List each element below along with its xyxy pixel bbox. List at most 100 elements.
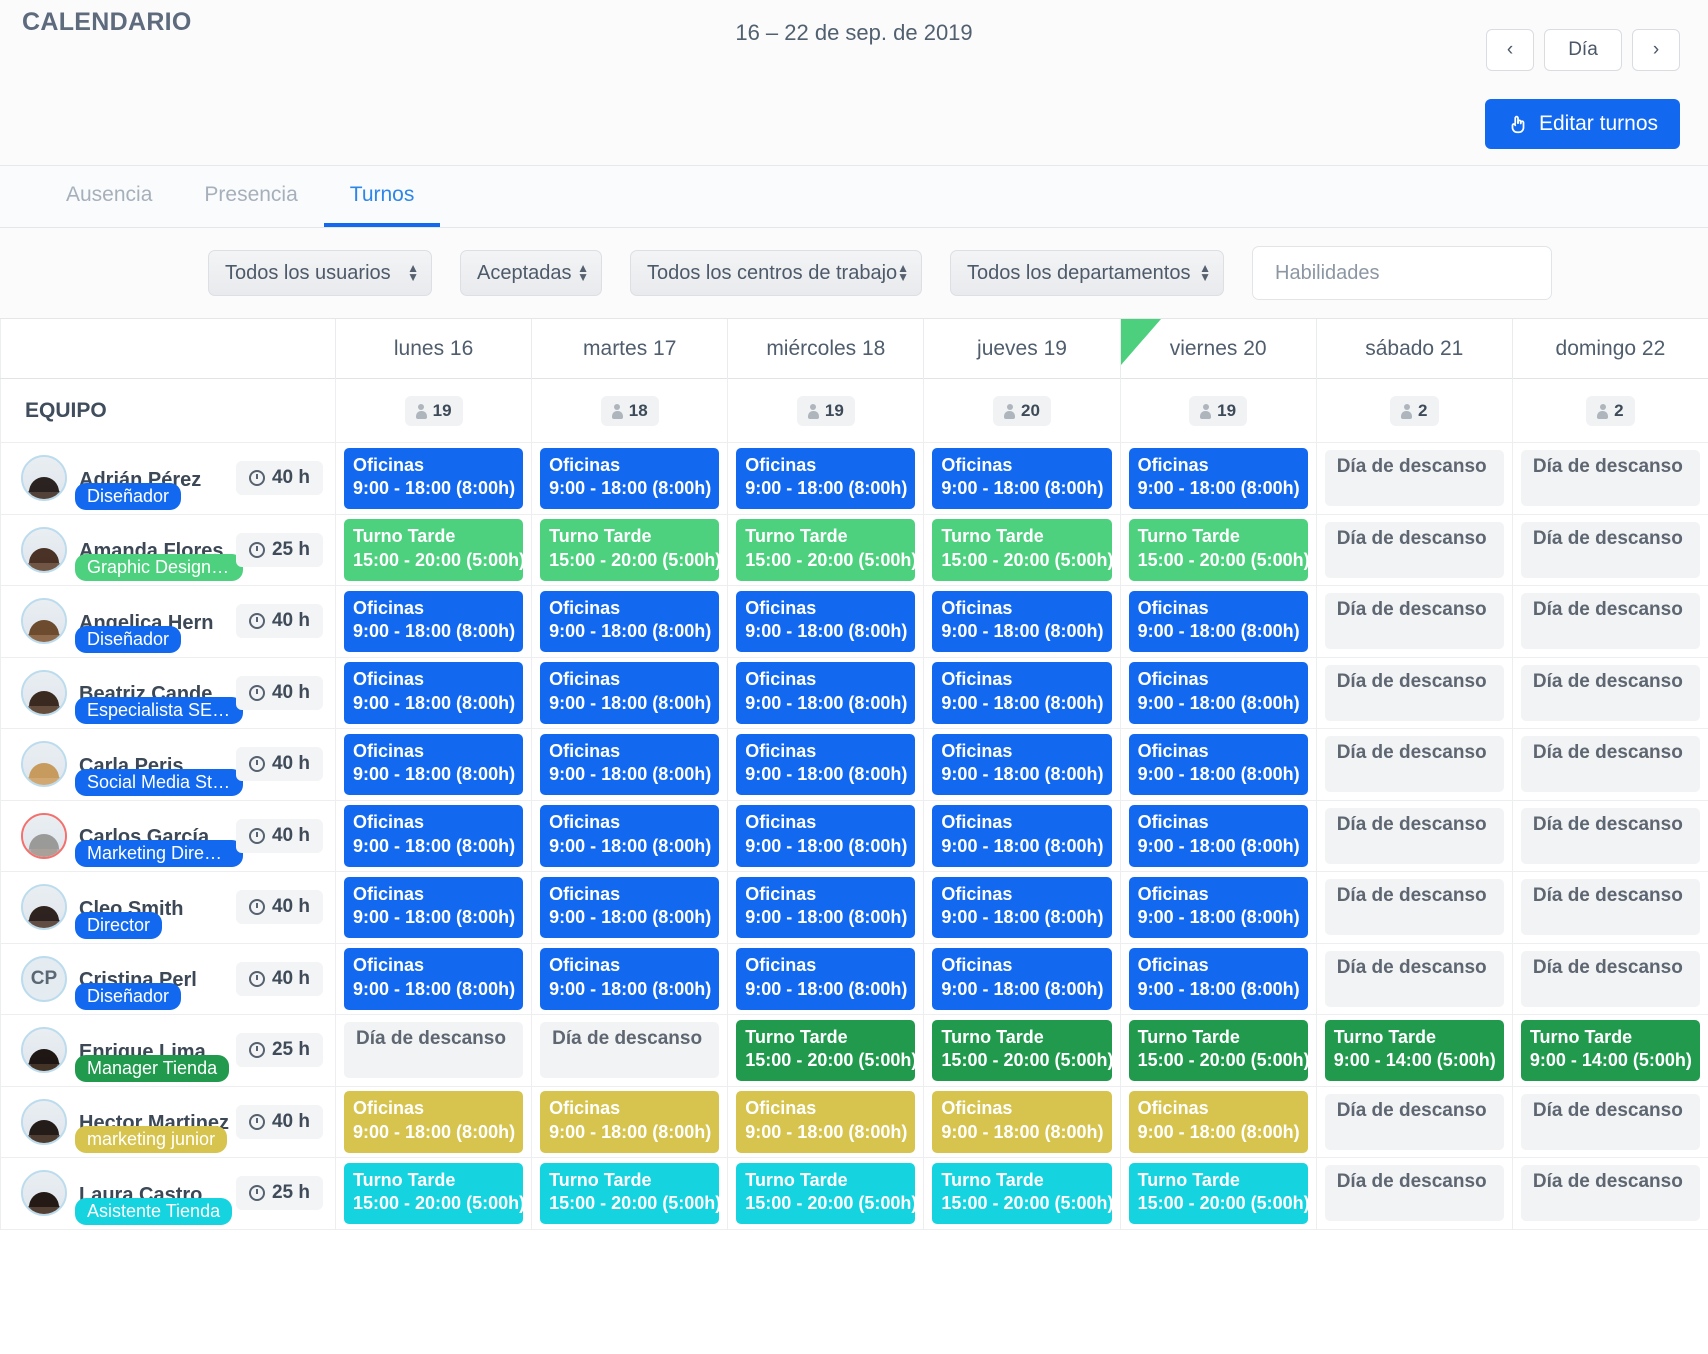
shift-cell-6-0[interactable]: Oficinas9:00 - 18:00 (8:00h)	[335, 872, 531, 943]
shift-cell-9-6[interactable]: Día de descanso	[1512, 1087, 1708, 1158]
tab-presencia[interactable]: Presencia	[178, 166, 323, 227]
shift-cell-4-4[interactable]: Oficinas9:00 - 18:00 (8:00h)	[1120, 729, 1316, 800]
shift-cell-4-0[interactable]: Oficinas9:00 - 18:00 (8:00h)	[335, 729, 531, 800]
employee-cell-10[interactable]: Laura CastroAsistente Tienda25 h	[0, 1158, 335, 1229]
shift-block[interactable]: Turno Tarde15:00 - 20:00 (5:00h)	[736, 1163, 915, 1225]
shift-cell-4-2[interactable]: Oficinas9:00 - 18:00 (8:00h)	[727, 729, 923, 800]
next-period-button[interactable]: ›	[1632, 29, 1680, 71]
shift-cell-1-0[interactable]: Turno Tarde15:00 - 20:00 (5:00h)	[335, 515, 531, 586]
worksite-filter-select[interactable]: Todos los centros de trabajo ▲▼	[630, 250, 922, 296]
shift-cell-10-5[interactable]: Día de descanso	[1316, 1158, 1512, 1229]
shift-block[interactable]: Oficinas9:00 - 18:00 (8:00h)	[1129, 805, 1308, 867]
shift-block[interactable]: Oficinas9:00 - 18:00 (8:00h)	[540, 448, 719, 510]
employee-cell-0[interactable]: Adrián PérezDiseñador40 h	[0, 443, 335, 514]
shift-cell-5-6[interactable]: Día de descanso	[1512, 801, 1708, 872]
shift-cell-3-4[interactable]: Oficinas9:00 - 18:00 (8:00h)	[1120, 658, 1316, 729]
shift-block[interactable]: Oficinas9:00 - 18:00 (8:00h)	[344, 948, 523, 1010]
shift-block[interactable]: Oficinas9:00 - 18:00 (8:00h)	[736, 948, 915, 1010]
shift-block[interactable]: Oficinas9:00 - 18:00 (8:00h)	[932, 662, 1111, 724]
shift-block[interactable]: Oficinas9:00 - 18:00 (8:00h)	[540, 877, 719, 939]
avatar[interactable]	[21, 527, 67, 573]
shift-block[interactable]: Oficinas9:00 - 18:00 (8:00h)	[1129, 1091, 1308, 1153]
shift-block[interactable]: Oficinas9:00 - 18:00 (8:00h)	[932, 591, 1111, 653]
tab-ausencia[interactable]: Ausencia	[40, 166, 178, 227]
day-header-5[interactable]: sábado 21	[1316, 319, 1512, 379]
shift-cell-2-0[interactable]: Oficinas9:00 - 18:00 (8:00h)	[335, 586, 531, 657]
rest-day-block[interactable]: Día de descanso	[1325, 951, 1504, 1007]
avatar[interactable]	[21, 1099, 67, 1145]
shift-block[interactable]: Oficinas9:00 - 18:00 (8:00h)	[540, 662, 719, 724]
shift-cell-6-4[interactable]: Oficinas9:00 - 18:00 (8:00h)	[1120, 872, 1316, 943]
shift-cell-8-2[interactable]: Turno Tarde15:00 - 20:00 (5:00h)	[727, 1015, 923, 1086]
shift-block[interactable]: Turno Tarde15:00 - 20:00 (5:00h)	[1129, 519, 1308, 581]
day-header-4[interactable]: viernes 20	[1120, 319, 1316, 379]
skills-input[interactable]: Habilidades	[1252, 246, 1552, 300]
shift-cell-9-1[interactable]: Oficinas9:00 - 18:00 (8:00h)	[531, 1087, 727, 1158]
shift-block[interactable]: Turno Tarde15:00 - 20:00 (5:00h)	[344, 1163, 523, 1225]
shift-cell-2-4[interactable]: Oficinas9:00 - 18:00 (8:00h)	[1120, 586, 1316, 657]
shift-block[interactable]: Oficinas9:00 - 18:00 (8:00h)	[1129, 948, 1308, 1010]
shift-cell-2-1[interactable]: Oficinas9:00 - 18:00 (8:00h)	[531, 586, 727, 657]
shift-block[interactable]: Turno Tarde15:00 - 20:00 (5:00h)	[932, 519, 1111, 581]
shift-cell-3-1[interactable]: Oficinas9:00 - 18:00 (8:00h)	[531, 658, 727, 729]
shift-block[interactable]: Oficinas9:00 - 18:00 (8:00h)	[344, 734, 523, 796]
shift-cell-9-3[interactable]: Oficinas9:00 - 18:00 (8:00h)	[923, 1087, 1119, 1158]
shift-block[interactable]: Oficinas9:00 - 18:00 (8:00h)	[344, 448, 523, 510]
view-mode-button[interactable]: Día	[1544, 29, 1622, 71]
shift-block[interactable]: Turno Tarde15:00 - 20:00 (5:00h)	[736, 519, 915, 581]
shift-cell-1-4[interactable]: Turno Tarde15:00 - 20:00 (5:00h)	[1120, 515, 1316, 586]
shift-block[interactable]: Oficinas9:00 - 18:00 (8:00h)	[932, 805, 1111, 867]
shift-cell-4-1[interactable]: Oficinas9:00 - 18:00 (8:00h)	[531, 729, 727, 800]
rest-day-block[interactable]: Día de descanso	[1325, 1165, 1504, 1221]
department-filter-select[interactable]: Todos los departamentos ▲▼	[950, 250, 1224, 296]
day-header-0[interactable]: lunes 16	[335, 319, 531, 379]
shift-cell-10-4[interactable]: Turno Tarde15:00 - 20:00 (5:00h)	[1120, 1158, 1316, 1229]
shift-cell-10-6[interactable]: Día de descanso	[1512, 1158, 1708, 1229]
shift-block[interactable]: Oficinas9:00 - 18:00 (8:00h)	[932, 448, 1111, 510]
shift-cell-2-6[interactable]: Día de descanso	[1512, 586, 1708, 657]
shift-block[interactable]: Oficinas9:00 - 18:00 (8:00h)	[932, 948, 1111, 1010]
avatar[interactable]	[21, 670, 67, 716]
employee-cell-5[interactable]: Carlos GarcíaMarketing Direct...40 h	[0, 801, 335, 872]
shift-block[interactable]: Turno Tarde15:00 - 20:00 (5:00h)	[736, 1020, 915, 1082]
shift-cell-3-5[interactable]: Día de descanso	[1316, 658, 1512, 729]
employee-cell-9[interactable]: Hector Martinezmarketing junior40 h	[0, 1087, 335, 1158]
rest-day-block[interactable]: Día de descanso	[344, 1022, 523, 1078]
rest-day-block[interactable]: Día de descanso	[1521, 1094, 1700, 1150]
shift-cell-0-6[interactable]: Día de descanso	[1512, 443, 1708, 514]
shift-cell-7-6[interactable]: Día de descanso	[1512, 944, 1708, 1015]
rest-day-block[interactable]: Día de descanso	[540, 1022, 719, 1078]
shift-block[interactable]: Turno Tarde15:00 - 20:00 (5:00h)	[932, 1163, 1111, 1225]
shift-block[interactable]: Oficinas9:00 - 18:00 (8:00h)	[932, 734, 1111, 796]
shift-cell-6-3[interactable]: Oficinas9:00 - 18:00 (8:00h)	[923, 872, 1119, 943]
rest-day-block[interactable]: Día de descanso	[1521, 665, 1700, 721]
shift-cell-0-1[interactable]: Oficinas9:00 - 18:00 (8:00h)	[531, 443, 727, 514]
shift-cell-0-3[interactable]: Oficinas9:00 - 18:00 (8:00h)	[923, 443, 1119, 514]
employee-cell-4[interactable]: Carla PerisSocial Media Str...40 h	[0, 729, 335, 800]
shift-cell-10-1[interactable]: Turno Tarde15:00 - 20:00 (5:00h)	[531, 1158, 727, 1229]
edit-shifts-button[interactable]: Editar turnos	[1485, 99, 1680, 149]
employee-cell-7[interactable]: CPCristina PerlDiseñador40 h	[0, 944, 335, 1015]
rest-day-block[interactable]: Día de descanso	[1521, 450, 1700, 506]
avatar[interactable]	[21, 813, 67, 859]
shift-block[interactable]: Turno Tarde15:00 - 20:00 (5:00h)	[540, 1163, 719, 1225]
shift-block[interactable]: Oficinas9:00 - 18:00 (8:00h)	[540, 734, 719, 796]
shift-block[interactable]: Oficinas9:00 - 18:00 (8:00h)	[344, 877, 523, 939]
shift-cell-7-2[interactable]: Oficinas9:00 - 18:00 (8:00h)	[727, 944, 923, 1015]
rest-day-block[interactable]: Día de descanso	[1325, 593, 1504, 649]
day-header-6[interactable]: domingo 22	[1512, 319, 1708, 379]
shift-cell-10-0[interactable]: Turno Tarde15:00 - 20:00 (5:00h)	[335, 1158, 531, 1229]
shift-block[interactable]: Oficinas9:00 - 18:00 (8:00h)	[736, 591, 915, 653]
shift-cell-8-0[interactable]: Día de descanso	[335, 1015, 531, 1086]
shift-block[interactable]: Turno Tarde15:00 - 20:00 (5:00h)	[1129, 1020, 1308, 1082]
shift-block[interactable]: Oficinas9:00 - 18:00 (8:00h)	[344, 591, 523, 653]
shift-cell-2-2[interactable]: Oficinas9:00 - 18:00 (8:00h)	[727, 586, 923, 657]
shift-block[interactable]: Turno Tarde15:00 - 20:00 (5:00h)	[932, 1020, 1111, 1082]
rest-day-block[interactable]: Día de descanso	[1325, 879, 1504, 935]
status-filter-select[interactable]: Aceptadas ▲▼	[460, 250, 602, 296]
avatar[interactable]	[21, 884, 67, 930]
shift-cell-8-5[interactable]: Turno Tarde9:00 - 14:00 (5:00h)	[1316, 1015, 1512, 1086]
avatar[interactable]	[21, 1027, 67, 1073]
shift-cell-5-1[interactable]: Oficinas9:00 - 18:00 (8:00h)	[531, 801, 727, 872]
shift-block[interactable]: Turno Tarde15:00 - 20:00 (5:00h)	[540, 519, 719, 581]
